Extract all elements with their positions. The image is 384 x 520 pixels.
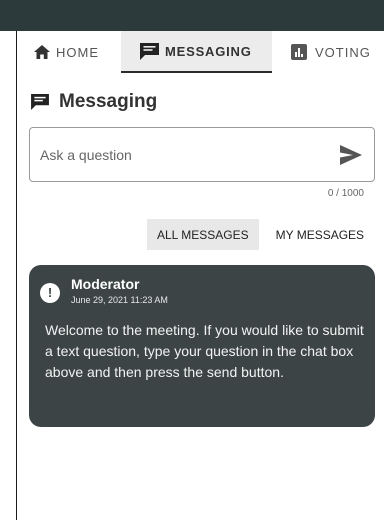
message-filters: ALL MESSAGES MY MESSAGES xyxy=(147,219,376,250)
chat-icon xyxy=(140,42,159,60)
chat-icon xyxy=(31,94,49,110)
tab-messaging[interactable]: MESSAGING xyxy=(121,31,272,73)
message-card: ! Moderator June 29, 2021 11:23 AM Welco… xyxy=(29,265,375,427)
send-icon[interactable] xyxy=(340,145,362,165)
section-title: Messaging xyxy=(59,91,158,112)
tab-messaging-label: MESSAGING xyxy=(165,43,252,59)
top-bar xyxy=(0,0,384,31)
question-input[interactable] xyxy=(40,144,320,166)
tab-bar: HOME MESSAGING VOTING xyxy=(17,31,384,73)
section-heading: Messaging xyxy=(31,91,157,113)
tab-home-label: HOME xyxy=(56,44,99,60)
character-counter: 0 / 1000 xyxy=(327,188,364,199)
alert-icon: ! xyxy=(40,283,60,303)
tab-voting[interactable]: VOTING xyxy=(272,31,371,73)
meeting-panel: HOME MESSAGING VOTING Messaging Ask a qu… xyxy=(16,31,384,520)
tab-home[interactable]: HOME xyxy=(17,31,121,73)
filter-my-messages[interactable]: MY MESSAGES xyxy=(259,219,376,250)
filter-all-messages[interactable]: ALL MESSAGES xyxy=(147,219,259,250)
tab-voting-label: VOTING xyxy=(315,44,371,60)
message-author: Moderator xyxy=(71,276,140,292)
message-text: Welcome to the meeting. If you would lik… xyxy=(45,322,364,380)
message-timestamp: June 29, 2021 11:23 AM xyxy=(71,295,168,305)
question-box xyxy=(29,127,375,182)
home-icon xyxy=(34,45,50,59)
poll-icon xyxy=(291,44,307,60)
